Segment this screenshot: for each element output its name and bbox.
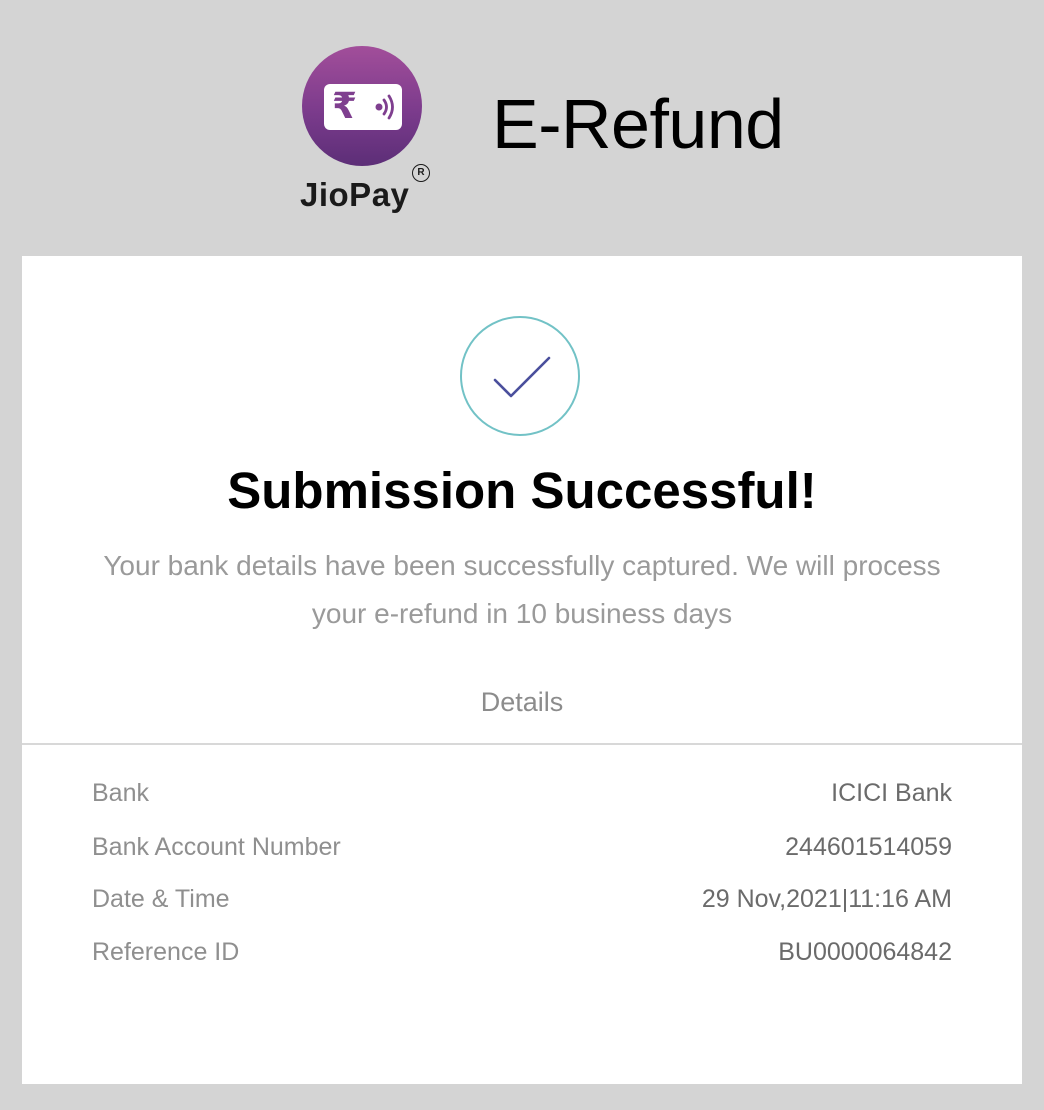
logo-circle: ₹ bbox=[302, 46, 422, 166]
success-title: Submission Successful! bbox=[227, 462, 817, 519]
jiopay-logo: ₹ JioPay R bbox=[296, 44, 436, 220]
detail-row-date-time: Date & Time 29 Nov,2021|11:16 AM bbox=[92, 879, 952, 919]
detail-label: Bank Account Number bbox=[92, 833, 341, 861]
logo-text: JioPay bbox=[300, 176, 410, 213]
detail-label: Reference ID bbox=[92, 938, 240, 966]
wallet-card-icon: ₹ bbox=[324, 84, 402, 130]
detail-row-bank: Bank ICICI Bank bbox=[92, 773, 952, 813]
detail-row-reference-id: Reference ID BU0000064842 bbox=[92, 932, 952, 972]
detail-label: Bank bbox=[92, 779, 149, 807]
contactless-icon bbox=[375, 94, 394, 120]
registered-mark: R bbox=[412, 164, 430, 182]
detail-row-account-number: Bank Account Number 244601514059 bbox=[92, 827, 952, 867]
rupee-icon: ₹ bbox=[332, 86, 358, 127]
detail-value: ICICI Bank bbox=[831, 779, 952, 807]
confirmation-card: Submission Successful! Your bank details… bbox=[22, 256, 1022, 1084]
checkmark-icon bbox=[493, 356, 551, 398]
details-divider bbox=[22, 743, 1022, 745]
detail-value: 244601514059 bbox=[785, 833, 952, 861]
detail-value: BU0000064842 bbox=[778, 938, 952, 966]
detail-label: Date & Time bbox=[92, 885, 230, 913]
details-heading: Details bbox=[480, 687, 564, 717]
success-message: Your bank details have been successfully… bbox=[103, 550, 941, 629]
success-check-icon bbox=[460, 316, 580, 436]
page-title: E-Refund bbox=[492, 85, 784, 163]
detail-value: 29 Nov,2021|11:16 AM bbox=[701, 885, 952, 913]
header: ₹ JioPay R E-Refund bbox=[0, 0, 1044, 256]
